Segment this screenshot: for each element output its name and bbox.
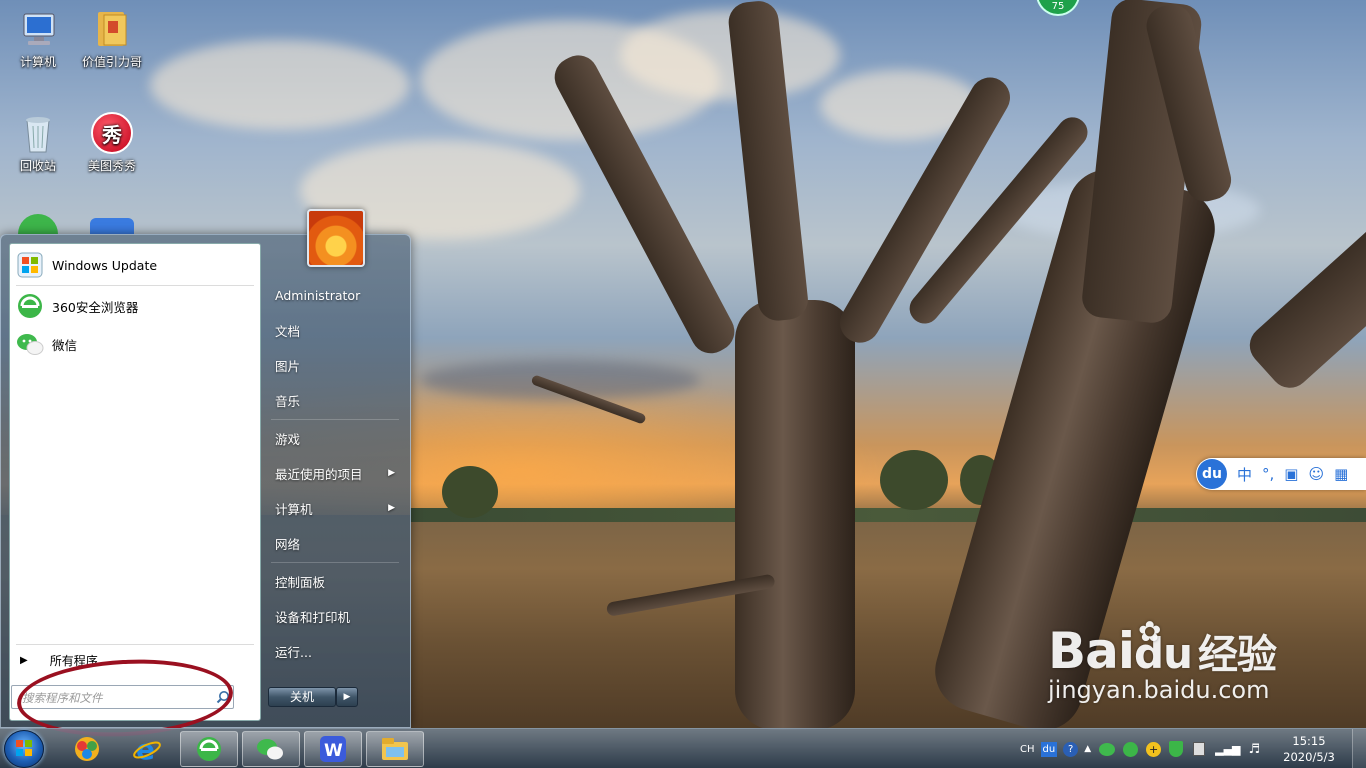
ie-icon[interactable]: e bbox=[118, 731, 176, 767]
submenu-arrow-icon: ▶ bbox=[388, 503, 395, 513]
computer-icon bbox=[17, 8, 59, 50]
shutdown-button[interactable]: 关机 bbox=[268, 687, 336, 707]
user-icon[interactable]: ☺ bbox=[1308, 465, 1324, 483]
desktop-icon-computer[interactable]: 计算机 bbox=[6, 8, 70, 70]
program-label: 微信 bbox=[52, 337, 78, 353]
wechat-tray-icon[interactable] bbox=[1099, 742, 1116, 756]
desktop-icon-folder[interactable]: 价值引力哥 bbox=[80, 8, 144, 70]
taskbar: e W CH du ? ▲ + ▂▄▆ ♬ 15:15 2020/5/3 bbox=[0, 728, 1366, 768]
wechat-icon bbox=[257, 739, 283, 760]
system-tray: CH du ? ▲ + ▂▄▆ ♬ bbox=[1020, 729, 1260, 768]
360-plus-tray-icon[interactable]: + bbox=[1146, 741, 1162, 757]
360-browser-tray-icon[interactable] bbox=[1123, 741, 1139, 757]
grid-menu-icon[interactable]: ▦ bbox=[1334, 465, 1348, 483]
taskbar-clock[interactable]: 15:15 2020/5/3 bbox=[1276, 733, 1342, 765]
submenu-arrow-icon: ▶ bbox=[388, 468, 395, 478]
menu-item-pictures[interactable]: 图片 bbox=[267, 350, 405, 380]
clock-time: 15:15 bbox=[1292, 734, 1326, 748]
triangle-right-icon: ▶ bbox=[20, 655, 28, 666]
menu-item-computer[interactable]: 计算机 ▶ bbox=[267, 493, 405, 523]
program-label: 360安全浏览器 bbox=[52, 299, 139, 315]
taskbar-360-game-icon[interactable] bbox=[58, 731, 116, 767]
shutdown-options-button[interactable]: ▶ bbox=[336, 687, 358, 707]
svg-text:W: W bbox=[324, 741, 343, 761]
show-desktop-button[interactable] bbox=[1352, 729, 1366, 768]
recycle-bin-icon bbox=[17, 112, 59, 154]
program-wechat[interactable]: 微信 bbox=[14, 326, 256, 362]
program-windows-update[interactable]: Windows Update bbox=[14, 247, 256, 283]
menu-item-control-panel[interactable]: 控制面板 bbox=[267, 566, 405, 596]
taskbar-wps[interactable]: W bbox=[304, 731, 362, 767]
menu-item-network[interactable]: 网络 bbox=[267, 528, 405, 558]
menu-item-administrator[interactable]: Administrator bbox=[267, 280, 405, 310]
ime-toolbar[interactable]: du 中 °, ▣ ☺ ▦ bbox=[1196, 458, 1366, 490]
toolbox-icon[interactable]: ▣ bbox=[1284, 465, 1298, 483]
desktop-icon-recycle-bin[interactable]: 回收站 bbox=[6, 112, 70, 174]
signal-bars-icon[interactable]: ▂▄▆ bbox=[1215, 743, 1240, 756]
menu-item-documents[interactable]: 文档 bbox=[267, 315, 405, 345]
language-indicator[interactable]: CH bbox=[1020, 744, 1035, 755]
menu-item-music[interactable]: 音乐 bbox=[267, 385, 405, 415]
help-icon[interactable]: ? bbox=[1063, 741, 1079, 757]
baidu-ime-tray-icon[interactable]: du bbox=[1040, 741, 1058, 757]
start-menu-programs-pane: Windows Update 360安全浏览器 微信 ▶ 所有程序 bbox=[9, 243, 261, 721]
explorer-icon bbox=[382, 738, 408, 760]
360-browser-icon bbox=[197, 737, 221, 761]
tray-expand-icon[interactable]: ▲ bbox=[1084, 744, 1091, 754]
menu-item-recent-items[interactable]: 最近使用的项目 ▶ bbox=[267, 458, 405, 488]
security-shield-icon[interactable] bbox=[1169, 741, 1184, 757]
start-menu: Windows Update 360安全浏览器 微信 ▶ 所有程序 搜索程序和文… bbox=[0, 209, 411, 728]
ime-mode-toggle[interactable]: 中 bbox=[1237, 464, 1252, 485]
windows-logo-icon bbox=[16, 740, 32, 756]
desktop-icon-label: 计算机 bbox=[19, 55, 56, 69]
taskbar-360-browser[interactable] bbox=[180, 731, 238, 767]
desktop-icon-partial-app[interactable] bbox=[90, 218, 134, 234]
360-browser-icon bbox=[14, 290, 46, 322]
desktop-icon-label: 美图秀秀 bbox=[87, 159, 136, 173]
taskbar-explorer[interactable] bbox=[366, 731, 424, 767]
wps-icon: W bbox=[320, 736, 346, 762]
desktop-icon-label: 价值引力哥 bbox=[81, 55, 142, 69]
start-button[interactable] bbox=[4, 730, 44, 768]
clock-date: 2020/5/3 bbox=[1283, 750, 1335, 764]
menu-item-games[interactable]: 游戏 bbox=[267, 423, 405, 453]
program-label: Windows Update bbox=[52, 257, 158, 273]
taskbar-wechat[interactable] bbox=[242, 731, 300, 767]
network-warning-icon[interactable] bbox=[1193, 742, 1206, 756]
desktop-icon-label: 回收站 bbox=[19, 159, 56, 173]
menu-item-devices-printers[interactable]: 设备和打印机 bbox=[267, 601, 405, 631]
paw-icon: ✿ bbox=[1138, 615, 1161, 648]
menu-item-run[interactable]: 运行... bbox=[267, 636, 405, 666]
folder-icon bbox=[91, 8, 133, 50]
windows-update-icon bbox=[14, 249, 46, 281]
baidu-jingyan-watermark: Bai ✿ du 经验 jingyan.baidu.com bbox=[1048, 615, 1277, 704]
baidu-ime-logo[interactable]: du bbox=[1197, 459, 1227, 489]
program-360-browser[interactable]: 360安全浏览器 bbox=[14, 288, 256, 324]
meitu-icon: 秀 bbox=[91, 112, 133, 154]
desktop-icon-meitu[interactable]: 秀 美图秀秀 bbox=[80, 112, 144, 174]
wechat-icon bbox=[14, 328, 46, 360]
volume-icon[interactable]: ♬ bbox=[1249, 742, 1261, 757]
ime-punct-toggle[interactable]: °, bbox=[1262, 465, 1274, 483]
user-avatar[interactable] bbox=[307, 209, 365, 267]
